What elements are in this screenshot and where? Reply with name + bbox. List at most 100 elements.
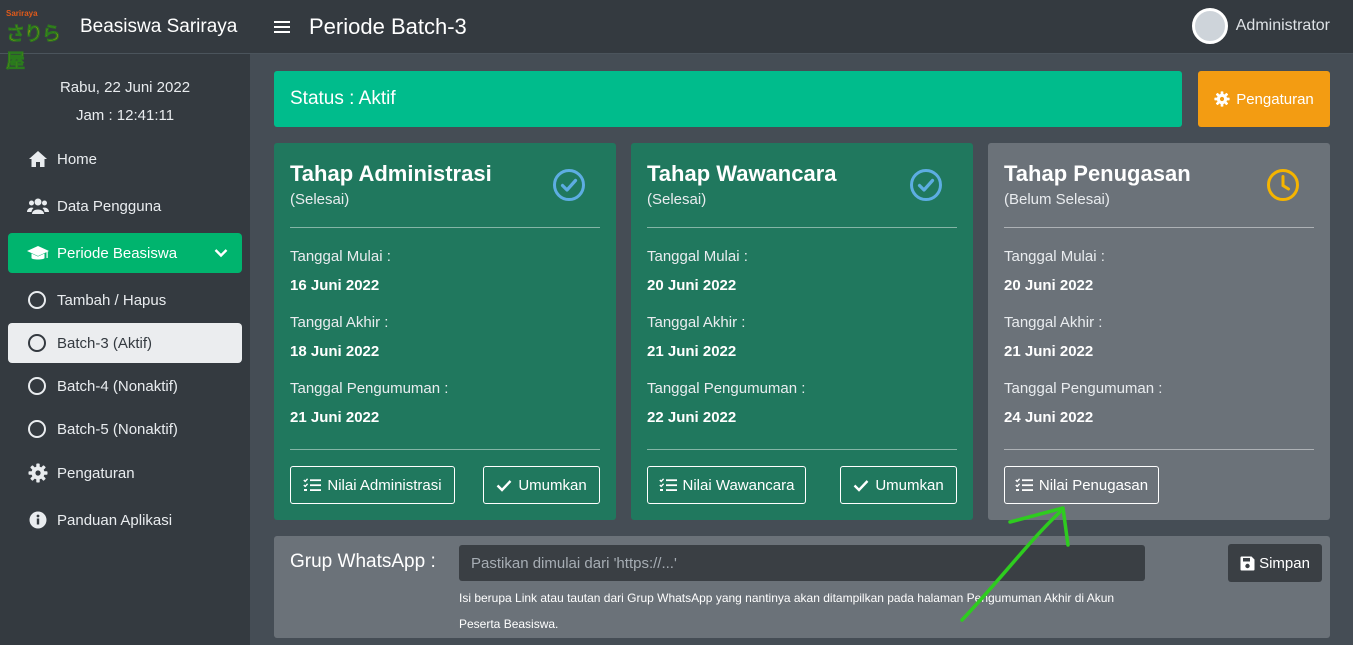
divider — [647, 449, 957, 450]
end-date-value: 18 Juni 2022 — [290, 343, 380, 360]
sidebar-item-users[interactable]: Data Pengguna — [8, 186, 242, 226]
whatsapp-group-panel: Grup WhatsApp : Isi berupa Link atau tau… — [274, 536, 1330, 638]
sidebar: Sariraya さりら屋 Beasiswa Sariraya Rabu, 22… — [0, 0, 250, 645]
announce-date-label: Tanggal Pengumuman : — [1004, 380, 1163, 397]
info-icon — [26, 510, 50, 530]
sidebar-item-periods[interactable]: Periode Beasiswa — [8, 233, 242, 273]
score-interview-button[interactable]: Nilai Wawancara — [647, 466, 806, 504]
username: Administrator — [1235, 17, 1330, 34]
settings-button[interactable]: Pengaturan — [1198, 71, 1330, 127]
brand[interactable]: Sariraya さりら屋 Beasiswa Sariraya — [0, 0, 250, 72]
sidebar-subitem-add-remove[interactable]: Tambah / Hapus — [8, 280, 242, 320]
start-date-label: Tanggal Mulai : — [647, 248, 748, 265]
status-text: Status : Aktif — [290, 88, 396, 109]
announce-interview-button[interactable]: Umumkan — [840, 466, 957, 504]
sidebar-item-label: Home — [57, 150, 98, 168]
logo-big-text: さりら屋 — [6, 23, 62, 72]
gear-icon — [1214, 91, 1230, 107]
start-date-value: 20 Juni 2022 — [1004, 277, 1094, 294]
graduation-cap-icon — [26, 243, 50, 263]
sidebar-nav: Home Data Pengguna Periode Beasiswa Tamb… — [8, 139, 242, 547]
sidebar-subitem-batch-3[interactable]: Batch-3 (Aktif) — [8, 323, 242, 363]
announce-administration-button[interactable]: Umumkan — [483, 466, 600, 504]
circle-icon — [28, 377, 46, 395]
announce-date-label: Tanggal Pengumuman : — [647, 380, 806, 397]
checklist-icon — [658, 478, 677, 491]
sidebar-item-settings[interactable]: Pengaturan — [8, 453, 242, 493]
start-date-value: 16 Juni 2022 — [290, 277, 380, 294]
end-date-value: 21 Juni 2022 — [1004, 343, 1094, 360]
whatsapp-link-input[interactable] — [459, 545, 1145, 581]
divider — [647, 227, 957, 228]
check-circle-icon — [909, 168, 943, 207]
button-label: Nilai Administrasi — [327, 476, 442, 494]
users-icon — [26, 196, 50, 216]
chevron-down-icon — [214, 245, 228, 262]
gear-icon — [26, 463, 50, 483]
announce-date-label: Tanggal Pengumuman : — [290, 380, 449, 397]
settings-button-label: Pengaturan — [1236, 90, 1314, 108]
divider — [1004, 227, 1314, 228]
user-menu[interactable]: Administrator — [1191, 8, 1330, 44]
save-button-label: Simpan — [1259, 554, 1310, 572]
avatar — [1191, 8, 1228, 44]
sidebar-item-label: Panduan Aplikasi — [57, 511, 173, 529]
button-label: Umumkan — [518, 476, 587, 494]
home-icon — [26, 149, 50, 169]
clock-icon — [1266, 168, 1300, 207]
page-title: Periode Batch-3 — [309, 13, 467, 39]
score-assignment-button[interactable]: Nilai Penugasan — [1004, 466, 1159, 504]
end-date-value: 21 Juni 2022 — [647, 343, 737, 360]
whatsapp-label: Grup WhatsApp : — [290, 551, 436, 572]
sidebar-subitem-label: Batch-3 (Aktif) — [57, 334, 153, 352]
checklist-icon — [303, 478, 322, 491]
start-date-label: Tanggal Mulai : — [1004, 248, 1105, 265]
check-circle-icon — [552, 168, 586, 207]
save-button[interactable]: Simpan — [1228, 544, 1322, 582]
divider — [1004, 449, 1314, 450]
stage-card-assignment: Tahap Penugasan (Belum Selesai) Tanggal … — [988, 143, 1330, 520]
sariraya-logo: Sariraya さりら屋 — [4, 7, 70, 72]
status-banner: Status : Aktif — [274, 71, 1182, 127]
sidebar-item-guide[interactable]: Panduan Aplikasi — [8, 500, 242, 540]
divider — [290, 227, 600, 228]
checklist-icon — [1015, 478, 1033, 491]
check-icon — [496, 479, 512, 492]
sidebar-subitem-label: Batch-5 (Nonaktif) — [57, 420, 178, 438]
current-date: Rabu, 22 Juni 2022 — [59, 79, 191, 96]
circle-icon — [28, 291, 46, 309]
sidebar-subitem-label: Tambah / Hapus — [57, 291, 167, 309]
check-icon — [853, 479, 869, 492]
menu-toggle-icon[interactable] — [274, 20, 290, 33]
top-header: Periode Batch-3 Administrator — [250, 0, 1353, 54]
floppy-disk-icon — [1240, 556, 1255, 570]
button-label: Nilai Penugasan — [1038, 476, 1149, 494]
current-time: Jam : 12:41:11 — [75, 107, 175, 124]
start-date-label: Tanggal Mulai : — [290, 248, 391, 265]
divider — [290, 449, 600, 450]
logo-small-text: Sariraya — [6, 8, 38, 18]
sidebar-item-label: Periode Beasiswa — [57, 244, 178, 262]
announce-date-value: 21 Juni 2022 — [290, 409, 380, 426]
circle-icon — [28, 420, 46, 438]
brand-name: Beasiswa Sariraya — [80, 15, 238, 37]
score-administration-button[interactable]: Nilai Administrasi — [290, 466, 455, 504]
start-date-value: 20 Juni 2022 — [647, 277, 737, 294]
sidebar-item-home[interactable]: Home — [8, 139, 242, 179]
sidebar-item-label: Pengaturan — [57, 464, 135, 482]
sidebar-subitem-label: Batch-4 (Nonaktif) — [57, 377, 178, 395]
announce-date-value: 24 Juni 2022 — [1004, 409, 1094, 426]
announce-date-value: 22 Juni 2022 — [647, 409, 737, 426]
end-date-label: Tanggal Akhir : — [647, 314, 746, 331]
sidebar-subitem-batch-4[interactable]: Batch-4 (Nonaktif) — [8, 366, 242, 406]
stage-card-interview: Tahap Wawancara (Selesai) Tanggal Mulai … — [631, 143, 973, 520]
circle-icon — [28, 334, 46, 352]
end-date-label: Tanggal Akhir : — [290, 314, 389, 331]
stage-card-administration: Tahap Administrasi (Selesai) Tanggal Mul… — [274, 143, 616, 520]
whatsapp-help-text: Isi berupa Link atau tautan dari Grup Wh… — [459, 591, 1115, 631]
button-label: Nilai Wawancara — [682, 476, 795, 494]
end-date-label: Tanggal Akhir : — [1004, 314, 1103, 331]
sidebar-subitem-batch-5[interactable]: Batch-5 (Nonaktif) — [8, 409, 242, 449]
sidebar-item-label: Data Pengguna — [57, 197, 162, 215]
button-label: Umumkan — [875, 476, 944, 494]
